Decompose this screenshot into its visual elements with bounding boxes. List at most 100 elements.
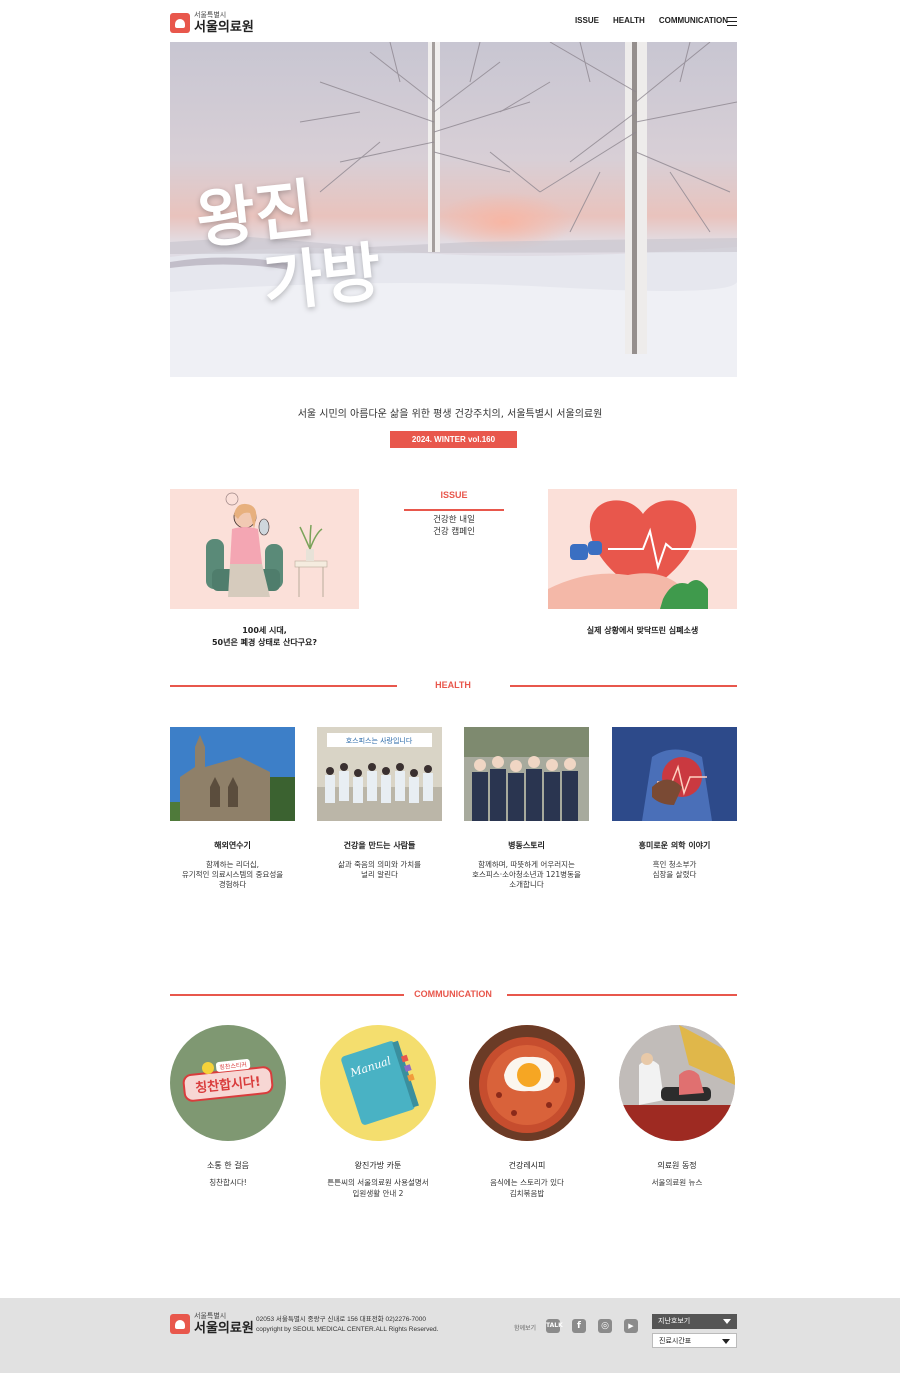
communication-desc-4-line1: 서울의료원 뉴스 (651, 1178, 703, 1187)
nav-communication[interactable]: COMMUNICATION (659, 16, 728, 25)
communication-title-2[interactable]: 왕진가방 카툰 (308, 1160, 448, 1171)
communication-desc-2: 튼튼씨의 서울의료원 사용설명서 입원생활 안내 2 (308, 1178, 448, 1199)
communication-desc-4: 서울의료원 뉴스 (607, 1178, 747, 1189)
issue-left-caption[interactable]: 100세 시대, 50년은 폐경 상태로 산다구요? (170, 625, 359, 649)
health-photo-cathedral[interactable] (170, 727, 295, 821)
communication-desc-3-line2: 김치볶음밥 (509, 1188, 545, 1198)
health-divider-right (510, 685, 737, 687)
health-title-3[interactable]: 병동스토리 (464, 840, 589, 851)
issue-card-cpr[interactable] (548, 489, 737, 609)
issue-right-caption[interactable]: 실제 상황에서 맞닥뜨린 심폐소생 (548, 625, 737, 637)
issue-subtitle-line2: 건강 캠페인 (433, 526, 475, 537)
communication-title-1[interactable]: 소통 한 걸음 (158, 1160, 298, 1171)
logo-subtitle: 서울특별시 (194, 11, 227, 19)
communication-desc-1-line1: 칭찬합시다! (209, 1178, 247, 1187)
footer-address: 02053 서울특별시 중랑구 신내로 156 대표전화 02)2276-700… (256, 1316, 426, 1323)
issue-heading[interactable]: ISSUE (404, 490, 504, 500)
communication-circle-praise[interactable]: 칭찬합시다! 칭찬스티커 (170, 1025, 286, 1141)
past-issues-select-label: 지난호보기 (658, 1317, 691, 1325)
health-desc-1-line1: 함께하는 리더십, (205, 860, 260, 869)
hospice-group-image: 호스피스는 사랑입니다 (317, 727, 442, 821)
health-photo-group[interactable]: 호스피스는 사랑입니다 (317, 727, 442, 821)
health-photo-heart[interactable] (612, 727, 737, 821)
health-desc-3-line3: 소개합니다 (509, 880, 544, 890)
health-desc-1-line2: 유기적인 의료시스템의 중요성을 (181, 870, 284, 880)
health-divider-left (170, 685, 397, 687)
hero-title: 왕진 가방 (193, 168, 385, 327)
clinic-schedule-select-label: 진료시간표 (659, 1337, 692, 1345)
footer-logo-subtitle: 서울특별시 (194, 1312, 227, 1320)
tagline: 서울 시민의 아름다운 삶을 위한 평생 건강주치의, 서울특별시 서울의료원 (297, 409, 603, 420)
issue-subtitle-line1: 건강한 내일 (433, 515, 475, 525)
footer-logo[interactable]: 서울특별시 서울의료원 (170, 1313, 254, 1335)
site-logo[interactable]: 서울특별시 서울의료원 (170, 12, 254, 34)
issue-divider (404, 509, 504, 511)
communication-circle-cartoon[interactable]: Manual (320, 1025, 436, 1141)
communication-title-4[interactable]: 의료원 동정 (607, 1160, 747, 1171)
main-nav: ISSUE HEALTH COMMUNICATION (575, 16, 728, 25)
footer-copyright: copyright by SEOUL MEDICAL CENTER.ALL Ri… (256, 1326, 439, 1334)
past-issues-select[interactable]: 지난호보기 (652, 1314, 737, 1329)
health-desc-2: 삶과 죽음의 의미와 가치를 널리 알린다 (317, 860, 442, 880)
medical-drill-image (619, 1025, 735, 1141)
communication-divider-left (170, 994, 404, 996)
health-desc-1: 함께하는 리더십, 유기적인 의료시스템의 중요성을 경험하다 (170, 860, 295, 890)
health-desc-4-line1: 흑인 청소부가 (652, 860, 697, 869)
health-photo-ward[interactable] (464, 727, 589, 821)
health-title-2[interactable]: 건강을 만드는 사람들 (317, 840, 442, 851)
health-desc-4-line2: 심장을 살렸다 (652, 870, 697, 880)
kakaotalk-icon[interactable]: TALK (546, 1319, 563, 1333)
instagram-icon[interactable]: ◎ (598, 1319, 612, 1333)
communication-circle-recipe[interactable] (469, 1025, 585, 1141)
chevron-down-icon (722, 1339, 730, 1344)
health-desc-2-line1: 삶과 죽음의 의미와 가치를 (337, 860, 422, 869)
nurses-ward-image (464, 727, 589, 821)
issue-left-caption-line1: 100세 시대, (242, 626, 287, 635)
heart-cpr-illustration (548, 500, 737, 609)
communication-desc-2-line1: 튼튼씨의 서울의료원 사용설명서 (327, 1178, 429, 1187)
heart-logo-icon (170, 13, 190, 33)
clinic-schedule-select[interactable]: 진료시간표 (652, 1333, 737, 1348)
issue-subtitle: 건강한 내일 건강 캠페인 (404, 515, 504, 539)
nav-issue[interactable]: ISSUE (575, 16, 599, 25)
footer-address-block: 02053 서울특별시 중랑구 신내로 156 대표전화 02)2276-700… (256, 1315, 438, 1335)
health-title-1[interactable]: 해외연수기 (170, 840, 295, 851)
communication-title-3[interactable]: 건강레시피 (457, 1160, 597, 1171)
issue-card-menopause[interactable] (170, 489, 359, 609)
hero-banner: 왕진 가방 (170, 42, 737, 377)
logo-title: 서울의료원 (194, 20, 254, 35)
health-desc-3: 함께하며, 따뜻하게 어우러지는 호스피스·소아청소년과 121병동을 소개합니… (464, 860, 589, 890)
hamburger-menu-icon[interactable] (727, 17, 737, 26)
youtube-icon[interactable]: ▶ (624, 1319, 638, 1333)
communication-desc-1: 칭찬합시다! (158, 1178, 298, 1189)
communication-heading[interactable]: COMMUNICATION (393, 989, 513, 999)
health-desc-2-line2: 널리 알린다 (361, 870, 398, 880)
health-desc-3-line1: 함께하며, 따뜻하게 어우러지는 (478, 860, 575, 869)
communication-circle-news[interactable] (619, 1025, 735, 1141)
health-desc-1-line3: 경험하다 (218, 880, 247, 890)
health-title-4[interactable]: 흥미로운 의학 이야기 (612, 840, 737, 851)
facebook-icon[interactable]: f (572, 1319, 586, 1333)
footer-heart-logo-icon (170, 1314, 190, 1334)
heart-attack-image (612, 727, 737, 821)
nav-health[interactable]: HEALTH (613, 16, 645, 25)
woman-on-sofa-illustration (206, 492, 328, 597)
communication-desc-2-line2: 입원생활 안내 2 (352, 1188, 404, 1198)
praise-sticker-image: 칭찬합시다! 칭찬스티커 (182, 1059, 274, 1102)
chevron-down-icon (723, 1319, 731, 1324)
health-desc-4: 흑인 청소부가 심장을 살렸다 (612, 860, 737, 880)
page: 서울특별시 서울의료원 ISSUE HEALTH COMMUNICATION 왕… (0, 0, 900, 1373)
communication-divider-right (507, 994, 737, 996)
footer: 서울특별시 서울의료원 02053 서울특별시 중랑구 신내로 156 대표전화… (0, 1298, 900, 1373)
health-heading[interactable]: HEALTH (393, 680, 513, 690)
communication-desc-3-line1: 음식에는 스토리가 있다 (490, 1178, 564, 1187)
issue-left-caption-line2: 50년은 폐경 상태로 산다구요? (211, 638, 318, 647)
kimchi-fried-rice-image (469, 1025, 585, 1141)
cathedral-image (170, 727, 295, 821)
communication-desc-3: 음식에는 스토리가 있다 김치볶음밥 (457, 1178, 597, 1199)
hospice-banner-text: 호스피스는 사랑입니다 (346, 736, 413, 745)
volume-badge[interactable]: 2024. WINTER vol.160 (390, 431, 517, 448)
hero-title-line2: 가방 (259, 235, 385, 323)
health-desc-3-line2: 호스피스·소아청소년과 121병동을 (472, 870, 581, 880)
share-label: 함께보기 (514, 1325, 537, 1332)
